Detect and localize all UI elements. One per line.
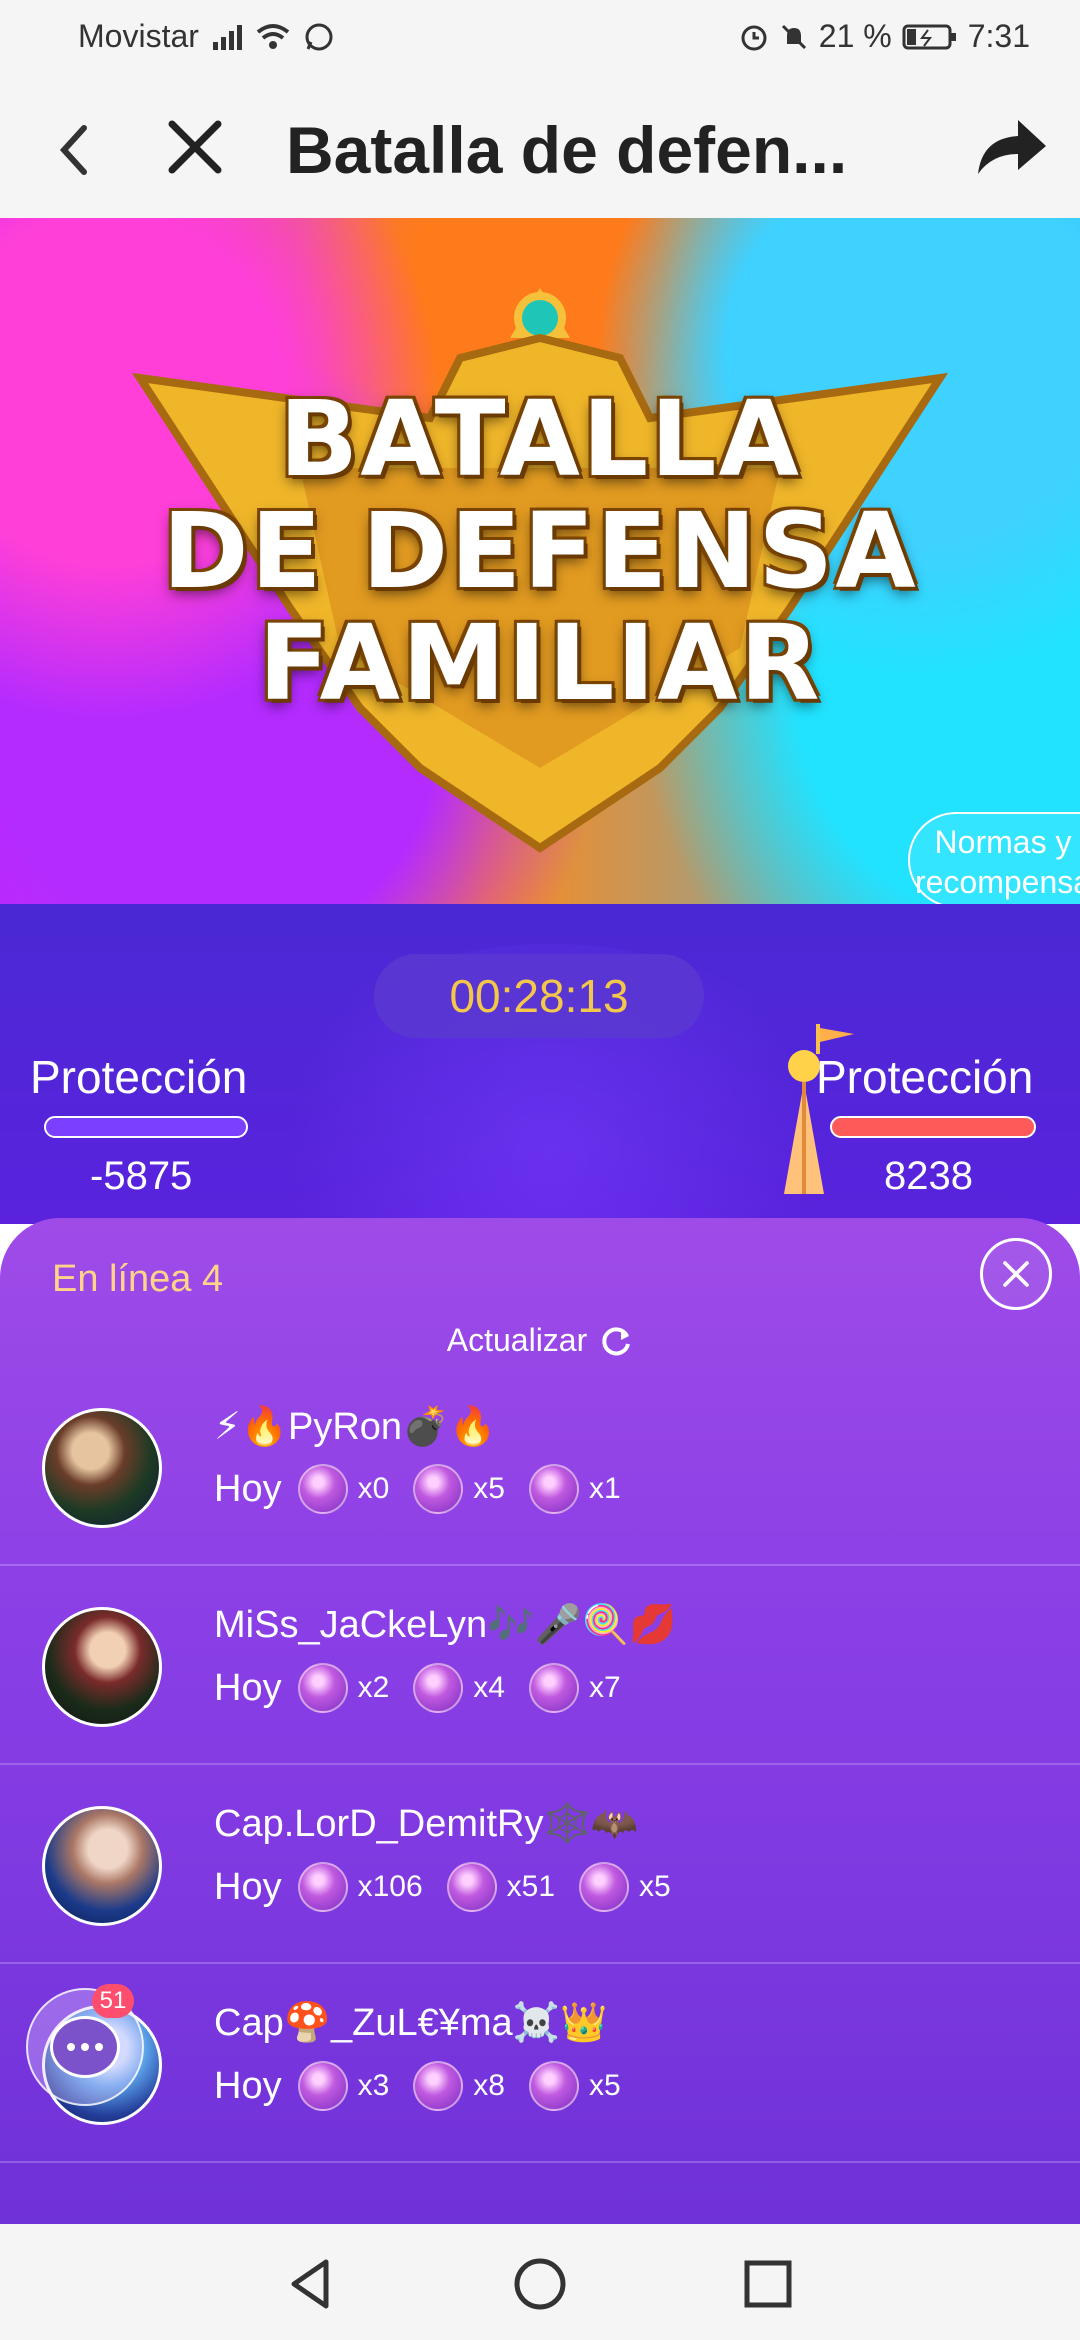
day-label: Hoy — [214, 2064, 282, 2107]
chest-count: x8 — [473, 2069, 505, 2102]
nav-recents-icon[interactable] — [738, 2254, 798, 2314]
chest-icon — [413, 1663, 464, 1713]
crystal-icon — [297, 1862, 348, 1912]
alarm-icon — [741, 25, 767, 50]
refresh-button[interactable]: Actualizar — [0, 1322, 1080, 1359]
chat-icon — [50, 2016, 120, 2078]
close-icon[interactable] — [160, 110, 230, 190]
crystal-count: x2 — [357, 1671, 390, 1704]
back-arrow-icon[interactable] — [48, 110, 108, 190]
countdown-timer: 00:28:13 — [374, 954, 704, 1038]
right-team-label: Protección — [816, 1051, 1034, 1103]
day-label: Hoy — [214, 1666, 282, 1709]
user-stats: Hoy x2 x4 x7 — [214, 1663, 635, 1713]
avatar — [42, 1607, 162, 1727]
chest-icon — [413, 1464, 464, 1514]
shield-count: x5 — [639, 1870, 671, 1903]
user-stats: Hoy x3 x8 x5 — [214, 2061, 635, 2111]
crystal-icon — [297, 1464, 348, 1514]
battery-icon — [902, 24, 956, 49]
refresh-label: Actualizar — [446, 1322, 588, 1358]
chest-count: x5 — [473, 1472, 505, 1505]
user-row[interactable]: MiSs_JaCkeLyn🎶🎤🍭💋 Hoy x2 x4 x7 — [0, 1567, 1080, 1765]
nav-back-icon[interactable] — [282, 2254, 342, 2314]
crystal-count: x3 — [357, 2069, 390, 2102]
battle-panel: 00:28:13 Protección -5875 Protección 823… — [0, 904, 1080, 1224]
page-title: Batalla de defen... — [286, 113, 848, 187]
banner-title-line-3: FAMILIAR — [258, 602, 822, 724]
user-name: MiSs_JaCkeLyn🎶🎤🍭💋 — [214, 1604, 677, 1646]
chest-icon — [446, 1862, 497, 1912]
mute-bell-icon — [781, 24, 806, 49]
shield-icon — [528, 1464, 579, 1514]
user-name: Cap.LorD_DemitRy🕸️🦇 — [214, 1803, 639, 1845]
day-label: Hoy — [214, 1865, 282, 1908]
shield-icon — [579, 1862, 630, 1912]
shield-icon — [528, 2061, 579, 2111]
user-row[interactable]: Cap🍄_ZuL€¥ma☠️👑 Hoy x3 x8 x5 — [0, 1965, 1080, 2163]
shield-icon — [528, 1663, 579, 1713]
app-bar: Batalla de defen... — [0, 80, 1080, 218]
day-label: Hoy — [214, 1467, 282, 1510]
user-row[interactable]: Cap.LorD_DemitRy🕸️🦇 Hoy x106 x51 x5 — [0, 1766, 1080, 1964]
shield-count: x1 — [588, 1472, 621, 1505]
battery-percent: 21 % — [818, 18, 892, 54]
refresh-icon — [602, 1326, 631, 1355]
crystal-count: x106 — [357, 1870, 423, 1903]
shield-count: x7 — [588, 1671, 621, 1704]
banner-title-line-2: DE DEFENSA — [162, 490, 918, 612]
status-right: 21 % 7:31 — [739, 18, 1030, 55]
user-stats: Hoy x106 x51 x5 — [214, 1862, 685, 1912]
event-banner: BATALLA DE DEFENSA FAMILIAR Normas y rec… — [0, 218, 1080, 904]
whatsapp-icon — [305, 23, 333, 50]
status-left: Movistar — [78, 18, 334, 55]
left-progress-bar — [44, 1116, 248, 1138]
avatar — [42, 1806, 162, 1926]
chest-count: x51 — [506, 1870, 556, 1903]
crystal-count: x0 — [357, 1472, 390, 1505]
wifi-icon — [256, 23, 290, 49]
avatar — [42, 1408, 162, 1528]
share-icon[interactable] — [970, 108, 1050, 188]
banner-title: BATALLA DE DEFENSA FAMILIAR — [0, 383, 1080, 719]
online-count: En línea 4 — [52, 1258, 224, 1300]
banner-title-line-1: BATALLA — [278, 378, 802, 500]
crystal-icon — [297, 1663, 348, 1713]
right-progress-bar — [830, 1116, 1036, 1138]
crystal-icon — [297, 2061, 348, 2111]
left-team-label: Protección — [30, 1051, 248, 1103]
user-name: Cap🍄_ZuL€¥ma☠️👑 — [214, 2002, 608, 2044]
carrier-label: Movistar — [78, 18, 199, 54]
left-score: -5875 — [90, 1154, 193, 1198]
user-row[interactable]: ⚡🔥PyRon💣🔥 Hoy x0 x5 x1 — [0, 1368, 1080, 1566]
chest-icon — [413, 2061, 464, 2111]
shield-count: x5 — [588, 2069, 621, 2102]
user-name: ⚡🔥PyRon💣🔥 — [214, 1406, 497, 1448]
right-score: 8238 — [884, 1154, 973, 1198]
sheet-close-icon[interactable] — [980, 1238, 1052, 1310]
status-bar: Movistar 21 % 7:31 — [0, 0, 1080, 80]
nav-home-icon[interactable] — [510, 2254, 570, 2314]
user-stats: Hoy x0 x5 x1 — [214, 1464, 635, 1514]
signal-icon — [212, 24, 242, 50]
chat-unread-badge: 51 — [92, 1984, 134, 2018]
chest-count: x4 — [473, 1671, 505, 1704]
clock: 7:31 — [967, 18, 1030, 54]
online-users-sheet: En línea 4 Actualizar ⚡🔥PyRon💣🔥 Hoy x0 x… — [0, 1218, 1080, 2224]
system-nav-bar — [0, 2224, 1080, 2340]
rules-rewards-button[interactable]: Normas y recompensa — [908, 812, 1080, 904]
